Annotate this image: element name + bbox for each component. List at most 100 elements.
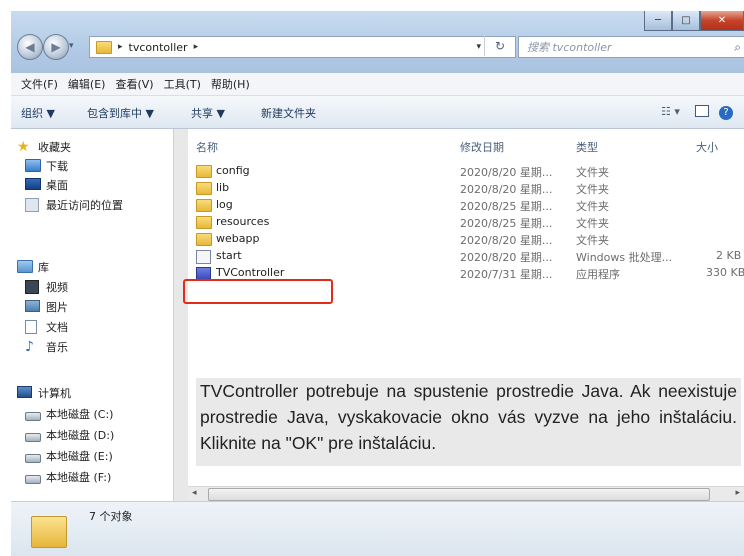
address-bar[interactable]: ▸ tvcontoller ▸ ▾	[89, 36, 516, 58]
menu-help[interactable]: 帮助(H)	[211, 76, 250, 92]
file-type: 文件夹	[576, 234, 609, 247]
file-modified: 2020/8/20 星期...	[460, 183, 553, 196]
sidebar-label: 图片	[46, 301, 68, 314]
view-options-icon[interactable]: ☷ ▾	[661, 105, 680, 118]
file-type: 文件夹	[576, 200, 609, 213]
menu-tools[interactable]: 工具(T)	[164, 76, 201, 92]
sidebar-scrollbar[interactable]	[173, 129, 188, 501]
drive-icon	[25, 407, 41, 421]
file-name: webapp	[216, 232, 260, 245]
sidebar-item-computer[interactable]: 计算机	[17, 385, 71, 401]
menu-bar: 文件(F) 编辑(E) 查看(V) 工具(T) 帮助(H)	[11, 73, 744, 96]
column-header-size[interactable]: 大小	[696, 139, 718, 155]
file-type: Windows 批处理...	[576, 251, 673, 264]
sidebar-item-drive-f[interactable]: 本地磁盘 (F:)	[25, 469, 111, 485]
table-row[interactable]: resources 2020/8/25 星期... 文件夹	[188, 214, 744, 231]
library-icon	[17, 260, 33, 274]
sidebar-label: 计算机	[38, 387, 71, 400]
file-size: 2 KB	[716, 249, 742, 262]
file-type: 文件夹	[576, 183, 609, 196]
file-modified: 2020/8/25 星期...	[460, 217, 553, 230]
address-dropdown-icon[interactable]: ▾	[476, 42, 481, 52]
sidebar-label: 桌面	[46, 179, 68, 192]
new-folder-button[interactable]: 新建文件夹	[261, 105, 316, 121]
sidebar-label: 本地磁盘 (F:)	[46, 471, 112, 484]
drive-icon	[25, 470, 41, 484]
help-icon[interactable]: ?	[719, 105, 733, 120]
sidebar-item-drive-d[interactable]: 本地磁盘 (D:)	[25, 427, 114, 443]
sidebar-item-favorites[interactable]: ★ 收藏夹	[17, 139, 71, 155]
scroll-thumb[interactable]	[208, 488, 710, 501]
menu-edit[interactable]: 编辑(E)	[68, 76, 106, 92]
refresh-button[interactable]: ↻	[484, 36, 515, 56]
sidebar-item-videos[interactable]: 视频	[25, 279, 68, 295]
sidebar-item-documents[interactable]: 文档	[25, 319, 68, 335]
file-name: config	[216, 164, 250, 177]
share-button[interactable]: 共享 ▼	[191, 105, 225, 121]
close-button[interactable]: ✕	[700, 11, 744, 31]
file-modified: 2020/8/20 星期...	[460, 251, 553, 264]
sidebar-item-drive-c[interactable]: 本地磁盘 (C:)	[25, 406, 113, 422]
file-type: 文件夹	[576, 166, 609, 179]
preview-pane-icon[interactable]	[695, 105, 709, 120]
menu-file[interactable]: 文件(F)	[21, 76, 58, 92]
chevron-right-icon: ▸	[118, 42, 123, 52]
file-name: TVController	[216, 266, 285, 279]
sidebar-label: 文档	[46, 321, 68, 334]
command-bar: 组织 ▼ 包含到库中 ▼ 共享 ▼ 新建文件夹 ☷ ▾ ?	[11, 96, 744, 129]
file-modified: 2020/7/31 星期...	[460, 268, 553, 281]
sidebar-item-drive-e[interactable]: 本地磁盘 (E:)	[25, 448, 113, 464]
table-row[interactable]: webapp 2020/8/20 星期... 文件夹	[188, 231, 744, 248]
back-button[interactable]: ◀	[17, 34, 43, 60]
forward-button[interactable]: ▶	[43, 34, 69, 60]
desktop-icon	[25, 178, 41, 192]
menu-view[interactable]: 查看(V)	[115, 76, 153, 92]
file-name: lib	[216, 181, 230, 194]
sidebar-item-music[interactable]: ♪ 音乐	[25, 339, 68, 355]
window-controls: ─ □ ✕	[644, 11, 744, 31]
search-icon[interactable]: ⌕	[734, 40, 741, 55]
maximize-button[interactable]: □	[672, 11, 700, 31]
horizontal-scrollbar[interactable]: ◂ ▸	[188, 486, 744, 502]
table-row[interactable]: lib 2020/8/20 星期... 文件夹	[188, 180, 744, 197]
file-name: start	[216, 249, 242, 262]
include-in-library-button[interactable]: 包含到库中 ▼	[87, 105, 154, 121]
sidebar-label: 本地磁盘 (D:)	[46, 429, 115, 442]
recent-places-icon	[25, 198, 41, 212]
sidebar-label: 收藏夹	[38, 141, 71, 154]
sidebar-item-recent[interactable]: 最近访问的位置	[25, 197, 123, 213]
highlight-box	[183, 279, 333, 304]
table-row[interactable]: log 2020/8/25 星期... 文件夹	[188, 197, 744, 214]
organize-button[interactable]: 组织 ▼	[21, 105, 55, 121]
sidebar-label: 本地磁盘 (C:)	[46, 408, 114, 421]
picture-icon	[25, 300, 41, 314]
scroll-left-icon[interactable]: ◂	[192, 488, 197, 498]
column-header-modified[interactable]: 修改日期	[460, 139, 504, 155]
search-input[interactable]: 搜索 tvcontoller	[527, 39, 612, 55]
status-bar: 7 个对象	[11, 501, 744, 556]
sidebar-item-downloads[interactable]: 下载	[25, 158, 68, 174]
refresh-icon: ↻	[494, 39, 506, 53]
file-modified: 2020/8/20 星期...	[460, 166, 553, 179]
table-row[interactable]: start 2020/8/20 星期... Windows 批处理... 2 K…	[188, 248, 744, 265]
file-type: 应用程序	[576, 268, 620, 281]
sidebar-item-desktop[interactable]: 桌面	[25, 177, 68, 193]
sidebar-item-pictures[interactable]: 图片	[25, 299, 68, 315]
file-type: 文件夹	[576, 217, 609, 230]
search-box[interactable]: 搜索 tvcontoller ⌕	[518, 36, 744, 58]
downloads-icon	[25, 159, 41, 173]
chevron-right-icon[interactable]: ▸	[194, 42, 199, 52]
sidebar-label: 库	[38, 261, 49, 274]
sidebar-label: 视频	[46, 281, 68, 294]
table-row[interactable]: config 2020/8/20 星期... 文件夹	[188, 163, 744, 180]
column-header-type[interactable]: 类型	[576, 139, 598, 155]
sidebar-item-libraries[interactable]: 库	[17, 259, 49, 275]
breadcrumb-current[interactable]: tvcontoller	[129, 41, 188, 54]
drive-icon	[25, 428, 41, 442]
file-name: resources	[216, 215, 270, 228]
scroll-right-icon[interactable]: ▸	[735, 488, 740, 498]
column-header-name[interactable]: 名称	[196, 139, 218, 155]
instruction-note: TVController potrebuje na spustenie pros…	[196, 378, 741, 466]
history-dropdown-icon[interactable]: ▾	[69, 41, 74, 51]
minimize-button[interactable]: ─	[644, 11, 672, 31]
